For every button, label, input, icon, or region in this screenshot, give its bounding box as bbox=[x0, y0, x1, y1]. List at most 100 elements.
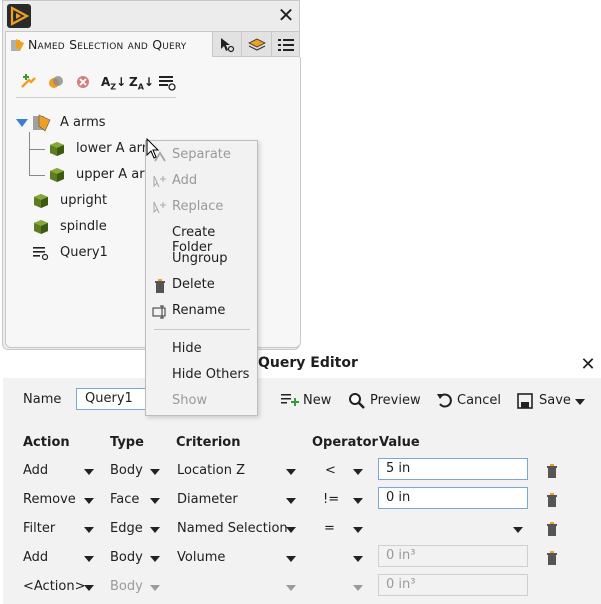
criterion-select[interactable]: Location Z bbox=[177, 463, 245, 478]
new-button-label: New bbox=[303, 393, 332, 408]
close-icon[interactable]: ✕ bbox=[276, 5, 296, 25]
chevron-down-icon[interactable] bbox=[286, 585, 296, 591]
green-cube-icon bbox=[34, 220, 48, 234]
panel-tabs: Named Selection and Query bbox=[3, 31, 301, 57]
query-list-icon[interactable] bbox=[156, 71, 178, 93]
header-action: Action bbox=[23, 435, 70, 450]
chevron-down-icon[interactable] bbox=[150, 527, 160, 533]
magnifier-icon bbox=[349, 393, 365, 409]
value-input[interactable]: 0 in³ bbox=[378, 545, 528, 567]
list-icon bbox=[278, 39, 294, 51]
value-input[interactable]: 5 in bbox=[378, 458, 528, 480]
save-button-label: Save bbox=[539, 393, 571, 408]
type-select[interactable]: Body bbox=[110, 579, 143, 594]
type-select[interactable]: Body bbox=[110, 463, 143, 478]
tree-label: upright bbox=[60, 193, 108, 208]
chevron-down-icon[interactable] bbox=[150, 469, 160, 475]
sort-a-z-icon[interactable]: AZ↓ bbox=[101, 71, 126, 93]
expand-triangle-icon[interactable] bbox=[16, 119, 28, 129]
action-select[interactable]: Filter bbox=[23, 521, 55, 536]
chevron-down-icon[interactable] bbox=[513, 527, 523, 533]
type-select[interactable]: Edge bbox=[110, 521, 143, 536]
green-cube-icon bbox=[50, 142, 64, 156]
tree-line bbox=[29, 149, 45, 150]
app-logo-icon bbox=[7, 4, 31, 28]
operator-select[interactable]: < bbox=[325, 463, 336, 478]
operator-select[interactable]: != bbox=[323, 492, 339, 507]
folder-named-selection-icon bbox=[33, 114, 51, 132]
chevron-down-icon[interactable] bbox=[353, 556, 363, 562]
tab-list[interactable] bbox=[272, 31, 300, 57]
action-select[interactable]: Add bbox=[23, 463, 48, 478]
tab-layers[interactable] bbox=[242, 31, 272, 57]
tab-named-selection-and-query[interactable]: Named Selection and Query bbox=[5, 31, 213, 57]
delete-row-icon[interactable] bbox=[545, 492, 559, 508]
cursor-query-icon bbox=[221, 38, 235, 53]
chevron-down-icon[interactable] bbox=[353, 527, 363, 533]
action-select[interactable]: Add bbox=[23, 550, 48, 565]
menu-item-replace[interactable]: Replace bbox=[172, 199, 223, 214]
tree-label: Query1 bbox=[60, 245, 108, 260]
type-select[interactable]: Face bbox=[110, 492, 139, 507]
chevron-down-icon[interactable] bbox=[353, 469, 363, 475]
chevron-down-icon[interactable] bbox=[84, 527, 94, 533]
value-input[interactable]: 0 in bbox=[378, 487, 528, 509]
menu-item-add[interactable]: Add bbox=[172, 173, 197, 188]
criterion-select[interactable]: Volume bbox=[177, 550, 225, 565]
operator-select[interactable]: = bbox=[324, 521, 335, 536]
name-input[interactable]: Query1 bbox=[76, 388, 148, 410]
chevron-down-icon[interactable] bbox=[150, 556, 160, 562]
chevron-down-icon[interactable] bbox=[150, 498, 160, 504]
close-icon[interactable]: ✕ bbox=[578, 354, 598, 375]
delete-row-icon[interactable] bbox=[545, 521, 559, 537]
group-icon[interactable] bbox=[45, 71, 67, 93]
remove-group-icon[interactable] bbox=[72, 71, 94, 93]
action-select[interactable]: <Action> bbox=[23, 579, 86, 594]
delete-row-icon[interactable] bbox=[545, 550, 559, 566]
mouse-cursor-icon bbox=[146, 138, 160, 159]
type-select[interactable]: Body bbox=[110, 550, 143, 565]
add-named-selection-icon[interactable] bbox=[18, 71, 40, 93]
chevron-down-icon[interactable] bbox=[84, 498, 94, 504]
chevron-down-icon[interactable] bbox=[286, 527, 296, 533]
menu-item-rename[interactable]: Rename bbox=[172, 303, 225, 318]
query-editor-title: Query Editor bbox=[258, 355, 358, 371]
layers-icon bbox=[248, 38, 266, 51]
menu-item-hide[interactable]: Hide bbox=[172, 341, 202, 356]
chevron-down-icon[interactable] bbox=[575, 399, 585, 405]
chevron-down-icon[interactable] bbox=[150, 585, 160, 591]
chevron-down-icon[interactable] bbox=[286, 556, 296, 562]
chevron-down-icon[interactable] bbox=[286, 469, 296, 475]
delete-row-icon[interactable] bbox=[545, 463, 559, 479]
new-query-icon bbox=[281, 394, 299, 406]
menu-item-show[interactable]: Show bbox=[172, 393, 207, 408]
context-menu: Separate Add Replace Create Folder Ungro… bbox=[145, 140, 258, 416]
chevron-down-icon[interactable] bbox=[84, 556, 94, 562]
tree-line bbox=[29, 132, 30, 176]
criterion-select[interactable]: Diameter bbox=[177, 492, 238, 507]
menu-item-separate[interactable]: Separate bbox=[172, 147, 231, 162]
menu-item-hide-others[interactable]: Hide Others bbox=[172, 367, 249, 382]
menu-item-delete[interactable]: Delete bbox=[172, 277, 215, 292]
chevron-down-icon[interactable] bbox=[353, 585, 363, 591]
undo-icon bbox=[437, 393, 452, 408]
chevron-down-icon[interactable] bbox=[84, 469, 94, 475]
chevron-down-icon[interactable] bbox=[286, 498, 296, 504]
tab-selection-tools[interactable] bbox=[213, 31, 242, 57]
sort-z-a-icon[interactable]: ZA↓ bbox=[129, 71, 154, 93]
chevron-down-icon[interactable] bbox=[353, 498, 363, 504]
replace-cursor-icon bbox=[153, 201, 166, 214]
chevron-down-icon[interactable] bbox=[84, 585, 94, 591]
rename-icon bbox=[152, 305, 166, 319]
criterion-select[interactable]: Named Selection bbox=[177, 521, 288, 536]
value-input[interactable]: 0 in³ bbox=[378, 574, 528, 596]
cancel-button-label: Cancel bbox=[457, 393, 502, 408]
action-select[interactable]: Remove bbox=[23, 492, 76, 507]
menu-item-ungroup[interactable]: Ungroup bbox=[172, 251, 228, 266]
tab-label: Named Selection and Query bbox=[28, 37, 187, 52]
named-selection-icon bbox=[11, 39, 24, 51]
add-cursor-icon bbox=[153, 175, 166, 188]
save-icon bbox=[517, 393, 533, 409]
selection-toolbar: AZ↓ ZA↓ bbox=[16, 67, 176, 98]
tree-label: spindle bbox=[60, 219, 107, 234]
